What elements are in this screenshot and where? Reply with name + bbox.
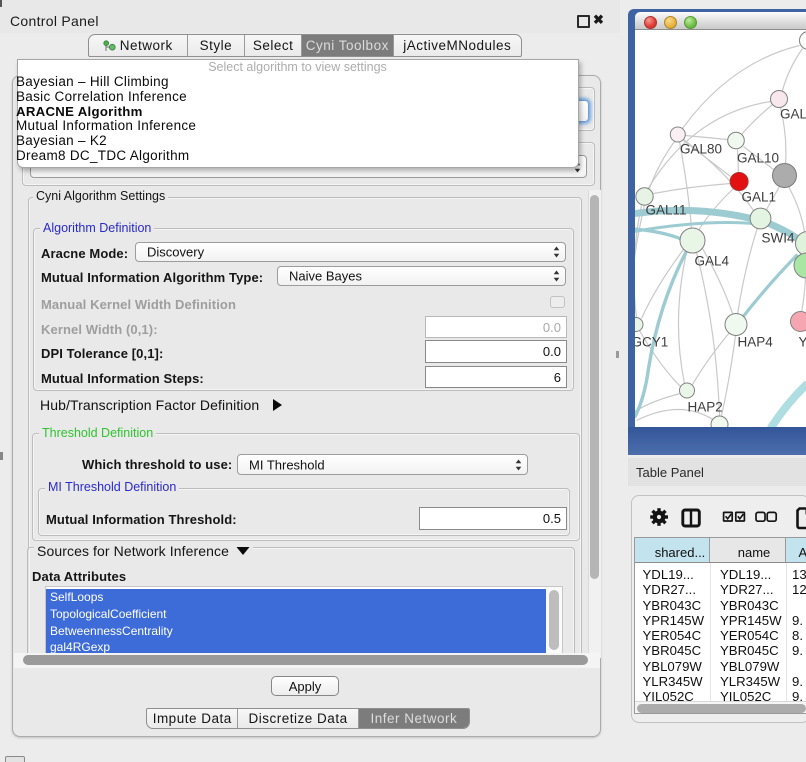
svg-text:YM: YM	[798, 334, 806, 349]
svg-text:HAP2: HAP2	[687, 399, 722, 414]
svg-text:SWI4: SWI4	[761, 230, 794, 245]
svg-text:GAL80: GAL80	[680, 141, 722, 156]
svg-text:GAL2: GAL2	[780, 106, 806, 121]
svg-text:GAL11: GAL11	[645, 202, 686, 217]
svg-text:GCY1: GCY1	[635, 334, 668, 349]
svg-text:GAL10: GAL10	[737, 150, 779, 165]
svg-text:GAL4: GAL4	[694, 253, 729, 268]
svg-text:HAP4: HAP4	[737, 334, 773, 349]
svg-text:GAL1: GAL1	[741, 189, 776, 204]
